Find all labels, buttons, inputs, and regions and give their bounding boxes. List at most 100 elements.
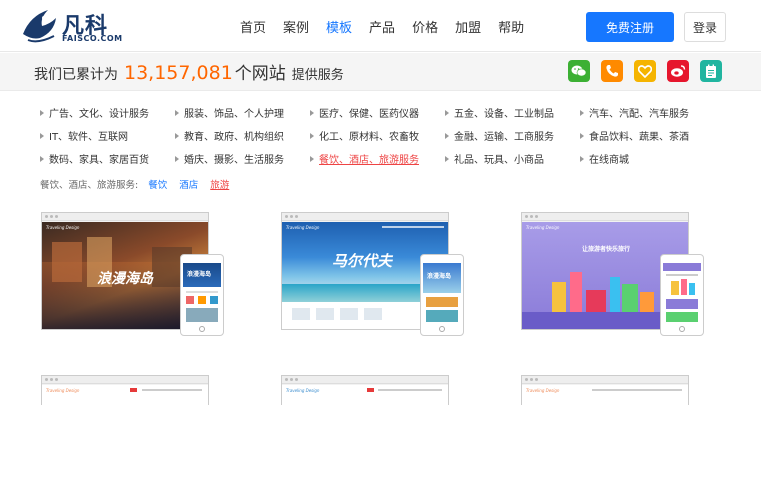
nav-templates[interactable]: 模板 (326, 17, 352, 36)
browser-bar (522, 376, 688, 384)
category-link[interactable]: 婚庆、摄影、生活服务 (175, 151, 310, 166)
subfilter-travel[interactable]: 旅游 (210, 177, 229, 191)
browser-bar (282, 376, 448, 384)
nav-home[interactable]: 首页 (240, 17, 266, 36)
template-screenshot: Traveling Design (42, 385, 208, 492)
template-headline: 让旅游者快乐旅行 (582, 246, 631, 253)
subfilter-label: 餐饮、酒店、旅游服务: (40, 180, 139, 191)
home-button-icon (199, 326, 205, 332)
template-headline: 马尔代夫 (332, 252, 393, 270)
stats-number: 13,157,081 (124, 62, 233, 84)
bullet-triangle-icon (310, 155, 314, 162)
template-card[interactable]: Traveling Design 浪漫海岛 浪漫海岛 (41, 212, 226, 336)
bullet-triangle-icon (40, 155, 44, 162)
subfilter-hotel[interactable]: 酒店 (179, 177, 198, 191)
template-brand: Traveling Design (286, 225, 320, 230)
bullet-triangle-icon (175, 155, 179, 162)
note-icon[interactable] (700, 60, 722, 82)
template-brand: Traveling Design (526, 225, 560, 230)
wechat-icon[interactable] (568, 60, 590, 82)
mobile-preview (660, 254, 704, 336)
site-count-banner: 我们已累计为 13,157,081 个网站 提供服务 (34, 59, 344, 84)
desktop-preview: Traveling Design (281, 375, 449, 492)
bullet-triangle-icon (175, 132, 179, 139)
category-link-active[interactable]: 餐饮、酒店、旅游服务 (310, 151, 445, 166)
faisco-logo[interactable]: 凡科 FAISCO.COM (20, 6, 123, 46)
bullet-triangle-icon (445, 155, 449, 162)
template-card[interactable]: Traveling Design (41, 375, 226, 492)
template-brand: Traveling Design (286, 388, 320, 393)
desktop-preview: Traveling Design (41, 375, 209, 492)
category-link[interactable]: IT、软件、互联网 (40, 128, 175, 143)
bullet-triangle-icon (580, 109, 584, 116)
mobile-preview: 浪漫海岛 (180, 254, 224, 336)
bullet-triangle-icon (445, 109, 449, 116)
home-button-icon (679, 326, 685, 332)
category-link[interactable]: 五金、设备、工业制品 (445, 105, 580, 120)
template-headline: 浪漫海岛 (97, 271, 153, 287)
login-button[interactable]: 登录 (684, 12, 726, 42)
browser-bar (42, 213, 208, 221)
category-row: 广告、文化、设计服务 服装、饰品、个人护理 医疗、保健、医药仪器 五金、设备、工… (40, 101, 740, 124)
template-card[interactable]: Traveling Design 让旅游者快乐旅行 (521, 212, 706, 336)
category-link[interactable]: 化工、原材料、农畜牧 (310, 128, 445, 143)
mobile-headline: 浪漫海岛 (427, 273, 452, 280)
weibo-icon[interactable] (667, 60, 689, 82)
template-brand: Traveling Design (46, 225, 80, 230)
bullet-triangle-icon (40, 109, 44, 116)
template-card[interactable]: Traveling Design (281, 375, 466, 492)
bullet-triangle-icon (580, 132, 584, 139)
nav-franchise[interactable]: 加盟 (455, 17, 481, 36)
category-row: 数码、家具、家居百货 婚庆、摄影、生活服务 餐饮、酒店、旅游服务 礼品、玩具、小… (40, 147, 740, 170)
category-link[interactable]: 礼品、玩具、小商品 (445, 151, 580, 166)
nav-help[interactable]: 帮助 (498, 17, 524, 36)
stats-suffix: 个网站 (234, 64, 286, 84)
category-link[interactable]: 广告、文化、设计服务 (40, 105, 175, 120)
main-nav: 首页 案例 模板 产品 价格 加盟 帮助 (240, 0, 541, 52)
bullet-triangle-icon (175, 109, 179, 116)
template-card[interactable]: Traveling Design (521, 375, 706, 492)
mobile-headline: 浪漫海岛 (187, 271, 212, 278)
category-grid: 广告、文化、设计服务 服装、饰品、个人护理 医疗、保健、医药仪器 五金、设备、工… (40, 101, 740, 170)
category-link[interactable]: 在线商城 (580, 151, 715, 166)
category-link[interactable]: 教育、政府、机构组织 (175, 128, 310, 143)
bullet-triangle-icon (310, 109, 314, 116)
stats-post: 提供服务 (291, 68, 344, 83)
bullet-triangle-icon (310, 132, 314, 139)
mobile-preview: 浪漫海岛 (420, 254, 464, 336)
category-link[interactable]: 汽车、汽配、汽车服务 (580, 105, 715, 120)
nav-products[interactable]: 产品 (369, 17, 395, 36)
template-screenshot: Traveling Design (282, 385, 448, 492)
logo-subtext: FAISCO.COM (62, 34, 123, 43)
category-link[interactable]: 金融、运输、工商服务 (445, 128, 580, 143)
desktop-preview: Traveling Design (521, 375, 689, 492)
template-brand: Traveling Design (526, 388, 560, 393)
template-brand: Traveling Design (46, 388, 80, 393)
template-screenshot: Traveling Design (522, 385, 688, 492)
top-header: 凡科 FAISCO.COM 首页 案例 模板 产品 价格 加盟 帮助 免费注册 … (0, 0, 761, 52)
browser-bar (522, 213, 688, 221)
subfilter-dining[interactable]: 餐饮 (148, 177, 167, 191)
category-link[interactable]: 服装、饰品、个人护理 (175, 105, 310, 120)
heart-icon[interactable] (634, 60, 656, 82)
social-links (568, 60, 733, 82)
browser-bar (282, 213, 448, 221)
home-button-icon (439, 326, 445, 332)
register-button[interactable]: 免费注册 (586, 12, 674, 42)
bullet-triangle-icon (580, 155, 584, 162)
nav-cases[interactable]: 案例 (283, 17, 309, 36)
browser-bar (42, 376, 208, 384)
category-link[interactable]: 数码、家具、家居百货 (40, 151, 175, 166)
stats-prefix: 我们已累计为 (34, 67, 118, 83)
bullet-triangle-icon (40, 132, 44, 139)
category-row: IT、软件、互联网 教育、政府、机构组织 化工、原材料、农畜牧 金融、运输、工商… (40, 124, 740, 147)
nav-pricing[interactable]: 价格 (412, 17, 438, 36)
stats-bar: 我们已累计为 13,157,081 个网站 提供服务 (0, 53, 761, 91)
phone-icon[interactable] (601, 60, 623, 82)
logo-icon (23, 10, 56, 43)
bullet-triangle-icon (445, 132, 449, 139)
category-link[interactable]: 食品饮料、蔬果、茶酒 (580, 128, 715, 143)
subcategory-filter: 餐饮、酒店、旅游服务: 餐饮 酒店 旅游 (40, 177, 241, 191)
category-link[interactable]: 医疗、保健、医药仪器 (310, 105, 445, 120)
template-card[interactable]: Traveling Design 马尔代夫 浪漫海岛 (281, 212, 466, 336)
